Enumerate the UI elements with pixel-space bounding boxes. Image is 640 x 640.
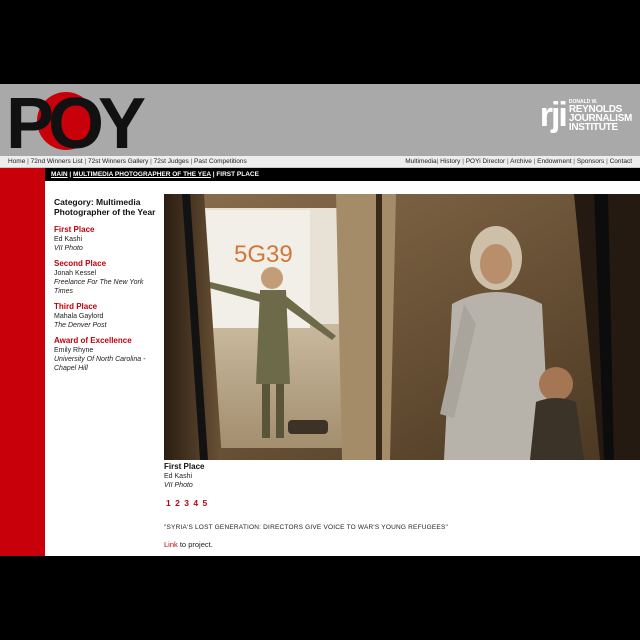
image-pager: 1 2 3 4 5	[166, 498, 209, 508]
nav-past-competitions[interactable]: Past Competitions	[194, 158, 247, 165]
breadcrumb-category[interactable]: MULTIMEDIA PHOTOGRAPHER OF THE YEA	[73, 171, 211, 178]
pager-page-2[interactable]: 2	[175, 498, 180, 508]
project-link-suffix: to project.	[177, 540, 213, 549]
pager-page-5[interactable]: 5	[202, 498, 207, 508]
nav-sponsors[interactable]: Sponsors	[577, 158, 604, 165]
nav-poyi-director[interactable]: POYi Director	[466, 158, 506, 165]
nav-endowment[interactable]: Endowment	[537, 158, 571, 165]
nav-multimedia[interactable]: Multimedia	[405, 158, 436, 165]
award-winner-org: Freelance For The New York Times	[54, 279, 144, 295]
breadcrumb-main[interactable]: MAIN	[51, 171, 68, 178]
poy-logo[interactable]: POY	[4, 88, 154, 152]
award-winner-org: The Denver Post	[54, 322, 107, 329]
nav-home[interactable]: Home	[8, 158, 25, 165]
caption-org: VII Photo	[164, 482, 193, 489]
nav-right: Multimedia| History | POYi Director | Ar…	[405, 158, 632, 165]
winners-sidebar: Category: Multimedia Photographer of the…	[54, 197, 162, 379]
award-winner-name: Jonah Kessel	[54, 270, 97, 277]
page-frame: POY rji DONALD W. REYNOLDS JOURNALISM IN…	[0, 84, 640, 556]
award-winner-name: Ed Kashi	[54, 236, 83, 243]
nav-contact[interactable]: Contact	[610, 158, 632, 165]
award-title[interactable]: First Place	[54, 225, 162, 235]
award-winner-name: Emily Rhyne	[54, 347, 94, 354]
top-nav: Home | 72nd Winners List | 72st Winners …	[0, 156, 640, 168]
award-first-place: First Place Ed Kashi VII Photo	[54, 225, 162, 253]
nav-winners-list[interactable]: 72nd Winners List	[31, 158, 83, 165]
rji-logo[interactable]: rji DONALD W. REYNOLDS JOURNALISM INSTIT…	[539, 96, 633, 134]
nav-history[interactable]: History	[440, 158, 460, 165]
rji-mark: rji	[539, 96, 568, 134]
award-title[interactable]: Third Place	[54, 302, 162, 312]
award-second-place: Second Place Jonah Kessel Freelance For …	[54, 259, 162, 296]
nav-archive[interactable]: Archive	[510, 158, 532, 165]
award-winner-name: Mahala Gaylord	[54, 313, 104, 320]
award-title[interactable]: Second Place	[54, 259, 162, 269]
breadcrumb: MAIN | MULTIMEDIA PHOTOGRAPHER OF THE YE…	[45, 168, 640, 181]
nav-left: Home | 72nd Winners List | 72st Winners …	[8, 158, 247, 165]
poy-logo-text: POY	[6, 88, 145, 152]
caption-title: First Place	[164, 462, 205, 471]
breadcrumb-current: FIRST PLACE	[216, 171, 259, 178]
left-accent-bar	[0, 168, 45, 556]
award-winner-org: VII Photo	[54, 245, 83, 252]
pager-page-3[interactable]: 3	[184, 498, 189, 508]
winning-photo[interactable]: 5G39	[164, 194, 640, 460]
site-header: POY rji DONALD W. REYNOLDS JOURNALISM IN…	[0, 84, 640, 156]
pager-page-4[interactable]: 4	[193, 498, 198, 508]
nav-winners-gallery[interactable]: 72st Winners Gallery	[88, 158, 148, 165]
award-excellence: Award of Excellence Emily Rhyne Universi…	[54, 336, 162, 373]
pager-page-1[interactable]: 1	[166, 498, 171, 508]
project-link-line: Link to project.	[164, 540, 213, 549]
nav-judges[interactable]: 72st Judges	[154, 158, 189, 165]
award-title[interactable]: Award of Excellence	[54, 336, 162, 346]
photo-caption: First Place Ed Kashi VII Photo	[164, 462, 204, 490]
project-title: "SYRIA'S LOST GENERATION: DIRECTORS GIVE…	[164, 524, 448, 531]
tent-number-label: 5G39	[234, 241, 293, 268]
project-link[interactable]: Link	[164, 540, 178, 549]
caption-photographer: Ed Kashi	[164, 473, 193, 480]
photo-illustration: 5G39	[164, 194, 640, 460]
award-third-place: Third Place Mahala Gaylord The Denver Po…	[54, 302, 162, 330]
category-title: Category: Multimedia Photographer of the…	[54, 197, 156, 217]
award-winner-org: University Of North Carolina - Chapel Hi…	[54, 356, 146, 372]
rji-line4: INSTITUTE	[568, 121, 618, 133]
